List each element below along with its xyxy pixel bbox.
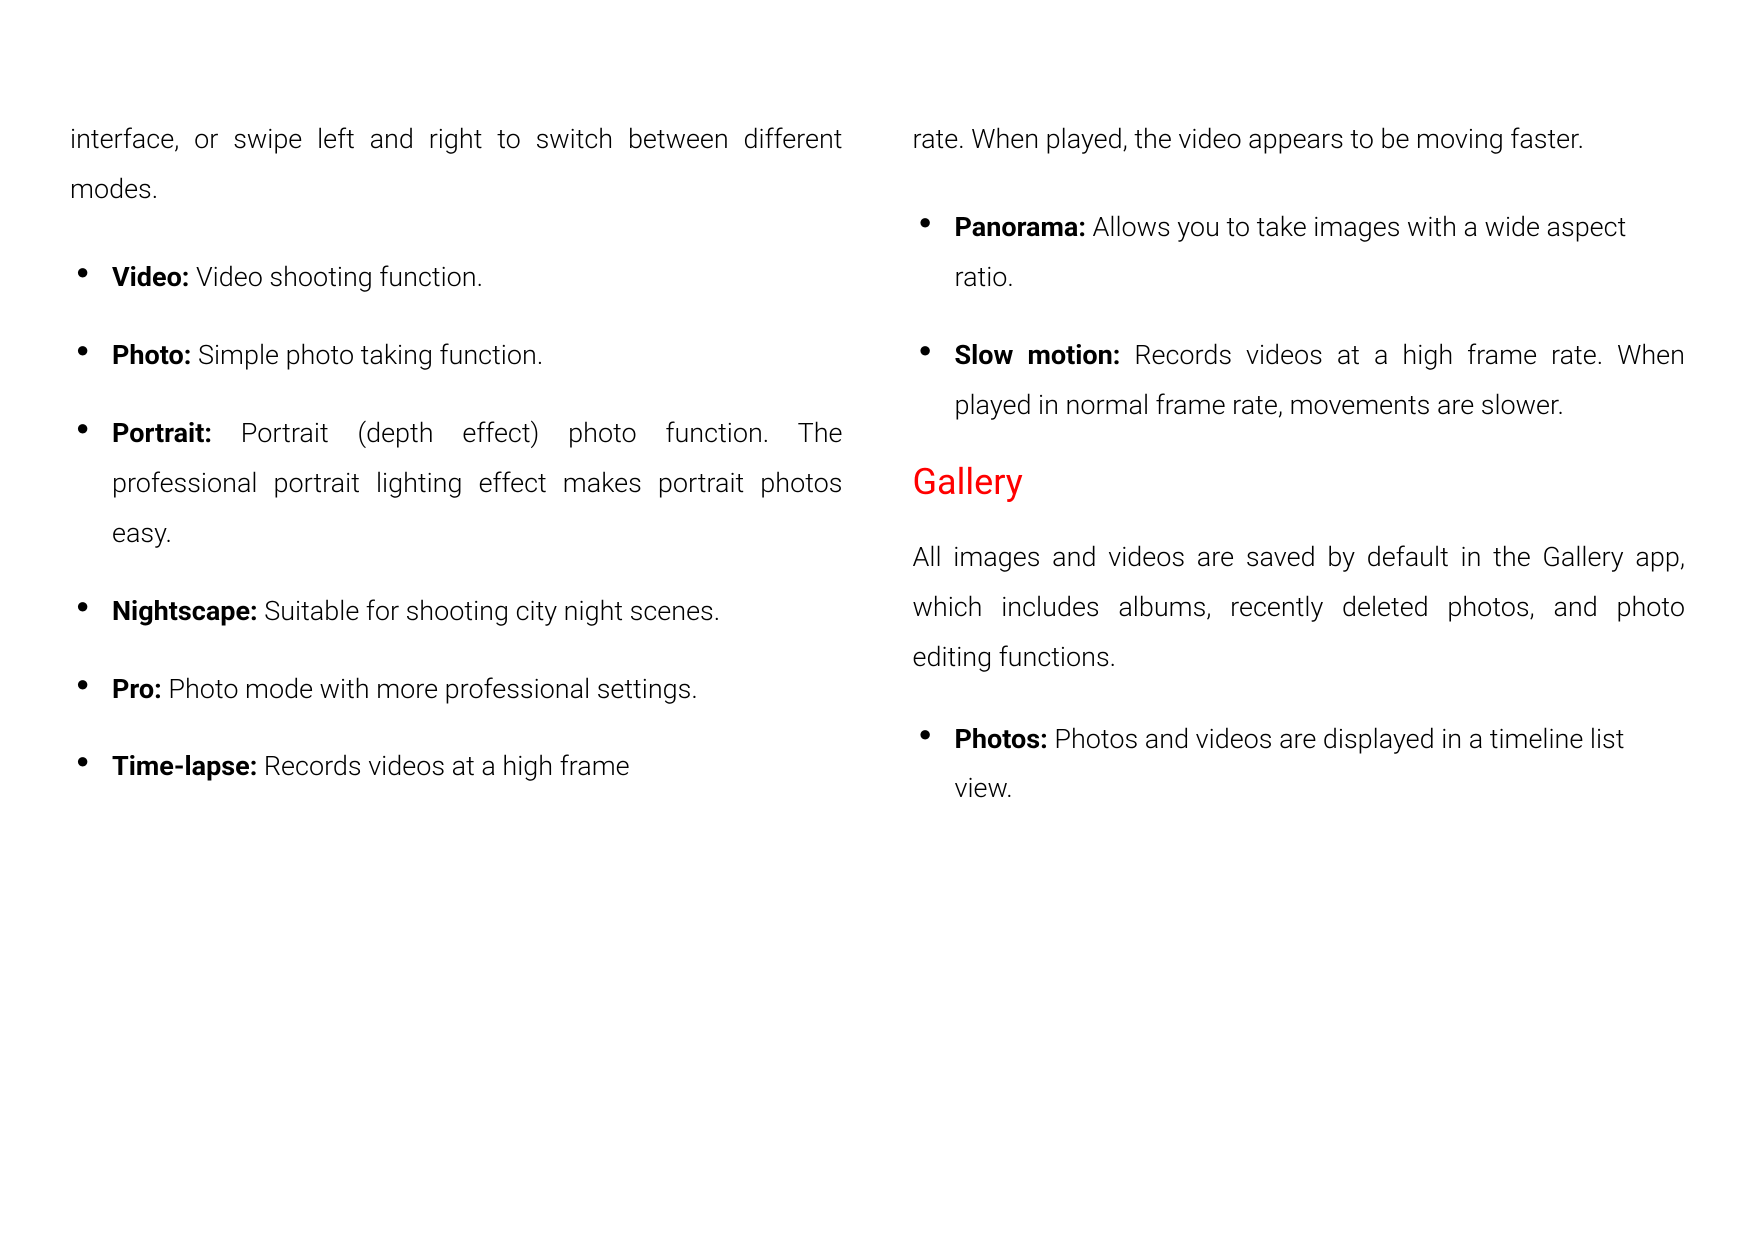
camera-modes-list-left: Video: Video shooting function. Photo: S… bbox=[70, 253, 843, 793]
camera-modes-list-right: Panorama: Allows you to take images with… bbox=[913, 203, 1686, 431]
term-photo: Photo: bbox=[112, 339, 191, 371]
two-column-layout: interface, or swipe left and right to sw… bbox=[70, 115, 1685, 842]
intro-fragment: interface, or swipe left and right to sw… bbox=[70, 115, 843, 215]
continuation-fragment: rate. When played, the video appears to … bbox=[913, 123, 1585, 155]
list-item: Video: Video shooting function. bbox=[70, 253, 843, 303]
desc-pro: Photo mode with more professional settin… bbox=[162, 673, 698, 705]
list-item: Time-lapse: Records videos at a high fra… bbox=[70, 742, 843, 792]
list-item: Photos: Photos and videos are displayed … bbox=[913, 715, 1686, 815]
desc-timelapse: Records videos at a high frame bbox=[257, 750, 629, 782]
desc-video: Video shooting function. bbox=[189, 261, 483, 293]
desc-photos: Photos and videos are displayed in a tim… bbox=[955, 723, 1625, 805]
intro-text-left: interface, or swipe left and right to sw… bbox=[70, 115, 843, 215]
term-timelapse: Time-lapse: bbox=[112, 750, 257, 782]
list-item: Portrait: Portrait (depth effect) photo … bbox=[70, 409, 843, 559]
list-item: Panorama: Allows you to take images with… bbox=[913, 203, 1686, 303]
list-item: Slow motion: Records videos at a high fr… bbox=[913, 331, 1686, 431]
list-item: Photo: Simple photo taking function. bbox=[70, 331, 843, 381]
gallery-list: Photos: Photos and videos are displayed … bbox=[913, 715, 1686, 815]
desc-portrait: Portrait (depth effect) photo function. … bbox=[112, 417, 843, 549]
term-nightscape: Nightscape: bbox=[112, 595, 258, 627]
term-panorama: Panorama: bbox=[955, 211, 1086, 243]
term-photos: Photos: bbox=[955, 723, 1048, 755]
term-portrait: Portrait: bbox=[112, 417, 212, 449]
term-slowmotion: Slow motion: bbox=[955, 339, 1121, 371]
left-column: interface, or swipe left and right to sw… bbox=[70, 115, 843, 842]
gallery-heading: Gallery bbox=[913, 461, 1686, 503]
continuation-text: rate. When played, the video appears to … bbox=[913, 115, 1686, 165]
term-pro: Pro: bbox=[112, 673, 162, 705]
list-item: Pro: Photo mode with more professional s… bbox=[70, 665, 843, 715]
desc-nightscape: Suitable for shooting city night scenes. bbox=[258, 595, 721, 627]
term-video: Video: bbox=[112, 261, 189, 293]
gallery-intro-text: All images and videos are saved by defau… bbox=[913, 533, 1686, 683]
desc-photo: Simple photo taking function. bbox=[191, 339, 543, 371]
right-column: rate. When played, the video appears to … bbox=[913, 115, 1686, 842]
list-item: Nightscape: Suitable for shooting city n… bbox=[70, 587, 843, 637]
